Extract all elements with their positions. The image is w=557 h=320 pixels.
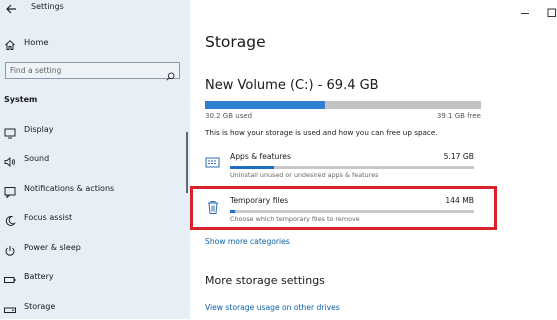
sidebar-item-label: Storage [24, 302, 56, 311]
drive-used-label: 30.2 GB used [205, 112, 253, 120]
category-usage-bar [230, 166, 474, 169]
sidebar-item-label: Battery [24, 272, 54, 281]
search-box[interactable] [5, 62, 180, 81]
home-label: Home [24, 37, 49, 47]
show-more-categories-link[interactable]: Show more categories [205, 237, 290, 246]
sidebar-item-sound[interactable]: Sound [0, 148, 186, 170]
moon-icon [4, 212, 16, 226]
sidebar: Settings Home System Display Sound Notif… [0, 0, 190, 319]
sidebar-item-focus-assist[interactable]: Focus assist [0, 207, 186, 229]
battery-icon [4, 271, 16, 283]
sidebar-item-label: Sound [24, 154, 50, 163]
category-name: Apps & features [230, 152, 291, 161]
category-size: 5.17 GB [443, 152, 474, 161]
sidebar-item-home[interactable]: Home [0, 33, 190, 51]
sidebar-item-storage[interactable]: Storage [0, 296, 186, 318]
sidebar-item-display[interactable]: Display [0, 119, 186, 141]
more-storage-settings-heading: More storage settings [205, 274, 325, 287]
section-label-system: System [4, 95, 38, 104]
home-icon [4, 36, 16, 50]
page-title: Storage [205, 33, 266, 51]
drive-usage-bar [205, 101, 481, 109]
category-usage-bar-fill [230, 166, 274, 169]
category-apps-features[interactable]: Apps & features 5.17 GB Uninstall unused… [205, 152, 480, 182]
sidebar-item-power-sleep[interactable]: Power & sleep [0, 237, 186, 259]
window-title: Settings [31, 2, 64, 11]
sidebar-item-label: Power & sleep [24, 243, 81, 252]
minimize-icon[interactable] [520, 3, 530, 14]
sidebar-item-label: Notifications & actions [24, 184, 115, 193]
sidebar-item-label: Focus assist [24, 213, 73, 222]
storage-description: This is how your storage is used and how… [205, 128, 438, 137]
speaker-icon [4, 153, 16, 167]
main-content: Storage New Volume (C:) - 69.4 GB 30.2 G… [190, 0, 557, 319]
drive-usage-bar-fill [205, 101, 326, 109]
maximize-icon[interactable] [547, 3, 557, 17]
view-storage-usage-link[interactable]: View storage usage on other drives [205, 303, 340, 312]
search-icon[interactable] [166, 66, 175, 81]
search-input[interactable] [10, 64, 160, 77]
highlight-box [190, 186, 497, 230]
drive-name: New Volume (C:) - 69.4 GB [205, 78, 379, 93]
monitor-icon [4, 124, 16, 139]
sidebar-item-battery[interactable]: Battery [0, 266, 186, 288]
apps-icon [205, 155, 221, 171]
back-arrow-icon[interactable] [4, 1, 18, 15]
power-icon [4, 242, 16, 256]
sidebar-item-notifications[interactable]: Notifications & actions [0, 178, 186, 200]
sidebar-scrollbar[interactable] [186, 132, 188, 193]
sidebar-item-label: Display [24, 125, 54, 134]
storage-icon [4, 301, 16, 313]
category-subtitle: Uninstall unused or undesired apps & fea… [230, 171, 379, 179]
drive-free-label: 39.1 GB free [436, 112, 481, 120]
notification-icon [4, 183, 16, 199]
